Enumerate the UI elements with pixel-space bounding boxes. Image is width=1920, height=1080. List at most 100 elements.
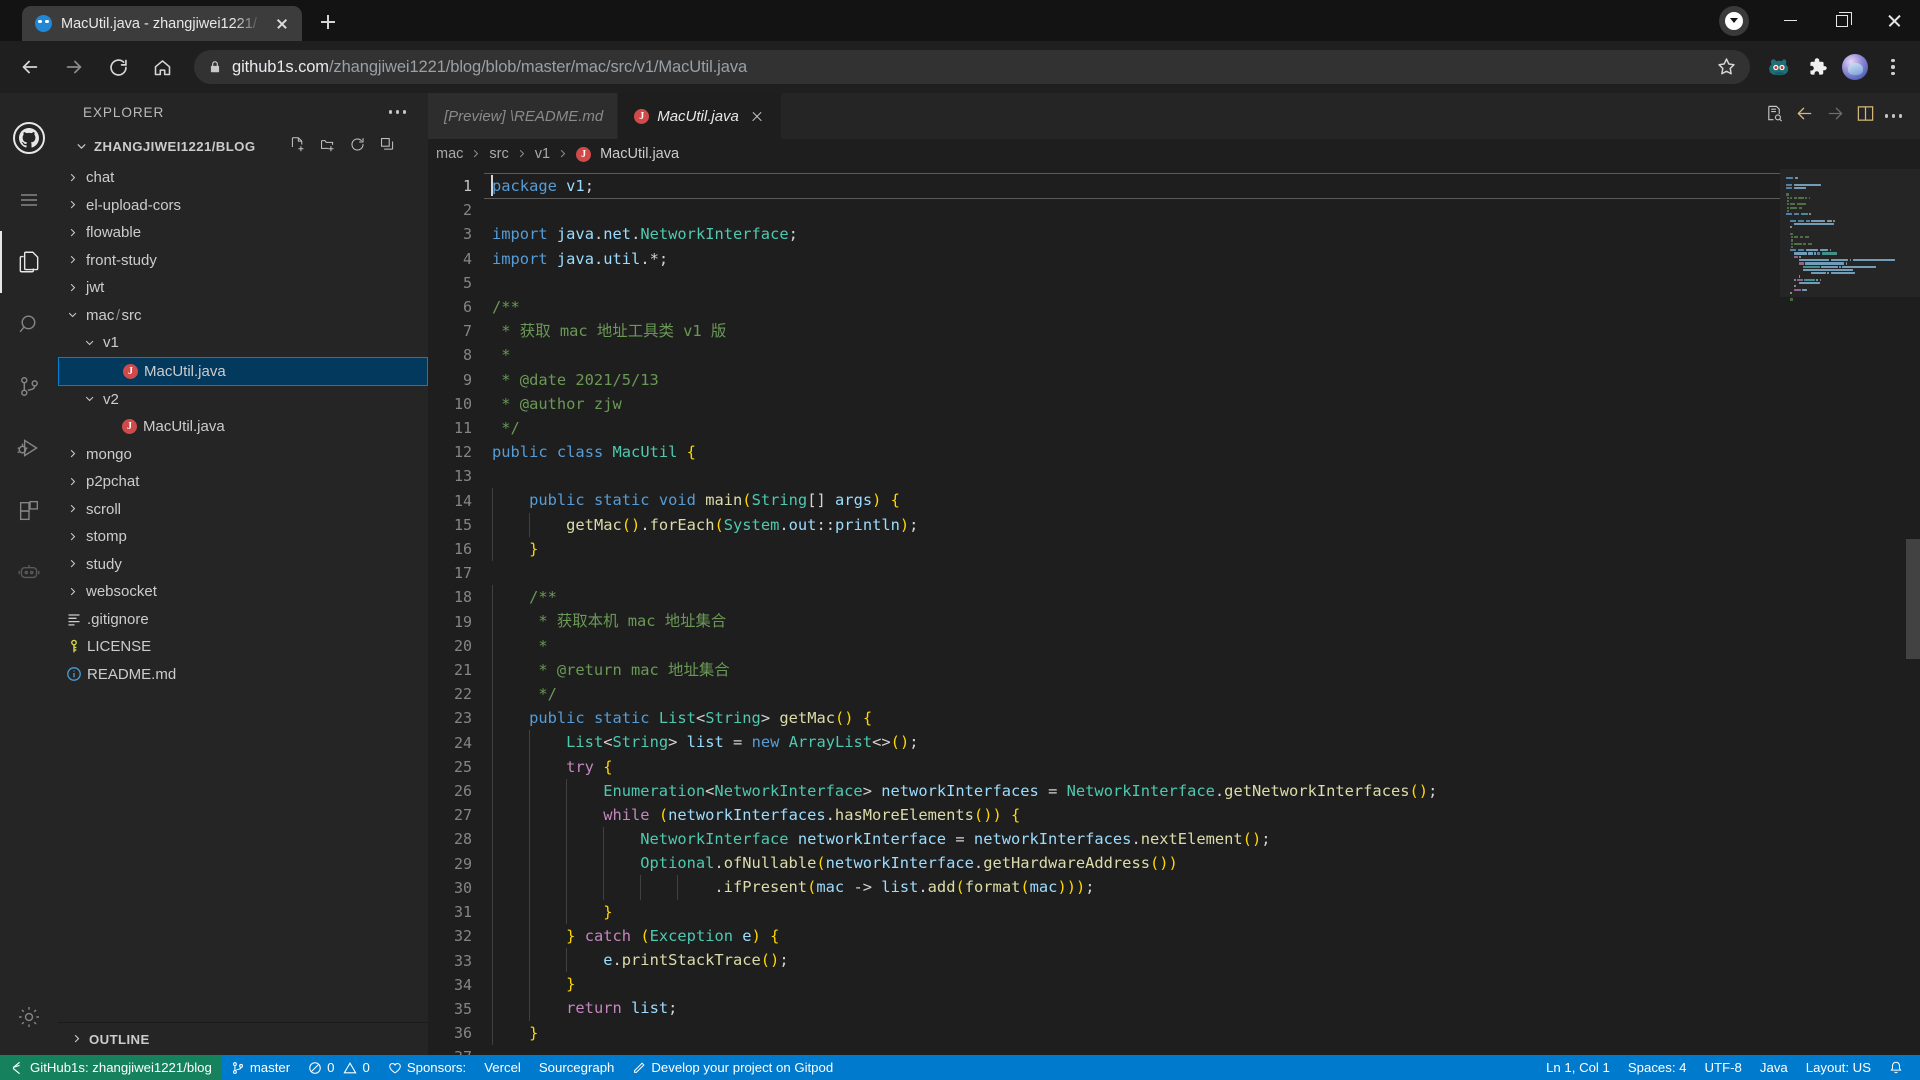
split-editor-icon[interactable] xyxy=(1856,104,1875,128)
chevron-down-icon[interactable] xyxy=(81,390,99,408)
code-line[interactable]: public class MacUtil { xyxy=(492,440,1780,464)
forward-icon[interactable] xyxy=(54,47,94,87)
tree-file-row[interactable]: .gitignore xyxy=(58,606,428,634)
code-line[interactable]: */ xyxy=(492,416,1780,440)
code-line[interactable]: try { xyxy=(492,754,1780,779)
minimap[interactable] xyxy=(1780,169,1920,1055)
code-line[interactable]: */ xyxy=(492,681,1780,707)
extension-diver-icon[interactable] xyxy=(1762,50,1796,84)
tree-folder-row[interactable]: v2 xyxy=(58,386,428,414)
tree-folder-row[interactable]: scroll xyxy=(58,496,428,524)
code-line[interactable]: public static List<String> getMac() { xyxy=(492,706,1780,731)
tree-folder-row[interactable]: v1 xyxy=(58,329,428,357)
chevron-right-icon[interactable] xyxy=(64,583,82,601)
tree-file-row[interactable]: README.md xyxy=(58,661,428,689)
minimap-slider[interactable] xyxy=(1780,169,1920,297)
maximize-button[interactable] xyxy=(1816,0,1868,41)
source-control-icon[interactable] xyxy=(0,355,58,417)
status-language-mode[interactable]: Java xyxy=(1751,1055,1797,1080)
chevron-right-icon[interactable] xyxy=(64,445,82,463)
back-icon[interactable] xyxy=(10,47,50,87)
profile-download-badge[interactable] xyxy=(1712,5,1756,37)
breadcrumb-item[interactable]: mac xyxy=(436,146,463,162)
repo-section-header[interactable]: ZHANGJIWEI1221/BLOG xyxy=(58,131,428,161)
close-icon[interactable] xyxy=(747,106,767,126)
status-remote-indicator[interactable]: GitHub1s: zhangjiwei1221/blog xyxy=(0,1055,222,1080)
editor-tab-readme[interactable]: [Preview] \README.md xyxy=(428,93,619,139)
notifications-bell-icon[interactable] xyxy=(1880,1055,1912,1080)
status-cursor-position[interactable]: Ln 1, Col 1 xyxy=(1537,1055,1619,1080)
chevron-right-icon[interactable] xyxy=(64,224,82,242)
tree-folder-row[interactable]: front-study xyxy=(58,247,428,275)
chevron-right-icon[interactable] xyxy=(64,196,82,214)
tree-folder-row[interactable]: chat xyxy=(58,164,428,192)
chevron-right-icon[interactable] xyxy=(64,169,82,187)
copilot-robot-icon[interactable] xyxy=(0,541,58,603)
code-line[interactable]: * @return mac 地址集合 xyxy=(492,657,1780,682)
tree-folder-row[interactable]: websocket xyxy=(58,578,428,606)
chevron-down-icon[interactable] xyxy=(64,306,82,324)
sidebar-more-actions-icon[interactable] xyxy=(388,110,406,114)
tree-file-row[interactable]: LICENSE xyxy=(58,633,428,661)
close-icon[interactable] xyxy=(271,13,293,35)
tree-folder-row[interactable]: p2pchat xyxy=(58,468,428,496)
code-line[interactable] xyxy=(492,561,1780,585)
close-window-button[interactable] xyxy=(1868,0,1920,41)
code-line[interactable]: import java.net.NetworkInterface; xyxy=(492,222,1780,246)
scrollbar-thumb[interactable] xyxy=(1906,539,1920,659)
status-gitpod[interactable]: Develop your project on Gitpod xyxy=(623,1055,842,1080)
more-actions-icon[interactable] xyxy=(1884,114,1902,118)
new-tab-button[interactable] xyxy=(310,4,346,40)
chevron-right-icon[interactable] xyxy=(64,528,82,546)
tree-folder-row[interactable]: mac / src xyxy=(58,302,428,330)
breadcrumb-item[interactable]: v1 xyxy=(535,146,550,162)
breadcrumb-item[interactable]: MacUtil.java xyxy=(600,146,679,162)
editor-tab-macutil[interactable]: J MacUtil.java xyxy=(618,93,782,139)
explorer-files-icon[interactable] xyxy=(0,231,58,293)
status-problems[interactable]: 0 0 xyxy=(299,1055,379,1080)
extensions-icon[interactable] xyxy=(0,479,58,541)
settings-gear-icon[interactable] xyxy=(0,993,58,1055)
puzzle-extensions-icon[interactable] xyxy=(1800,50,1834,84)
code-line[interactable] xyxy=(492,464,1780,488)
collapse-all-icon[interactable] xyxy=(379,136,396,156)
chevron-right-icon[interactable] xyxy=(64,555,82,573)
go-back-icon[interactable] xyxy=(1794,103,1815,129)
chevron-down-icon[interactable] xyxy=(81,334,99,352)
run-debug-icon[interactable] xyxy=(0,417,58,479)
search-icon[interactable] xyxy=(0,293,58,355)
status-indentation[interactable]: Spaces: 4 xyxy=(1619,1055,1696,1080)
code-line[interactable]: NetworkInterface networkInterface = netw… xyxy=(492,827,1780,852)
go-forward-icon[interactable] xyxy=(1825,103,1846,129)
open-changes-icon[interactable] xyxy=(1765,104,1784,128)
outline-section[interactable]: OUTLINE xyxy=(58,1022,428,1055)
code-line[interactable]: * xyxy=(492,633,1780,658)
home-icon[interactable] xyxy=(142,47,182,87)
browser-menu-icon[interactable] xyxy=(1876,50,1910,84)
status-sponsors[interactable]: Sponsors: xyxy=(379,1055,475,1080)
code-line[interactable]: return list; xyxy=(492,996,1780,1021)
code-line[interactable]: * xyxy=(492,343,1780,367)
activitybar-item-github[interactable] xyxy=(0,107,58,169)
tree-folder-row[interactable]: mongo xyxy=(58,441,428,469)
code-line[interactable]: getMac().forEach(System.out::println); xyxy=(492,512,1780,537)
browser-tab[interactable]: MacUtil.java - zhangjiwei1221/ xyxy=(22,6,302,41)
status-encoding[interactable]: UTF-8 xyxy=(1696,1055,1751,1080)
status-keyboard-layout[interactable]: Layout: US xyxy=(1797,1055,1880,1080)
code-line[interactable]: package v1; xyxy=(484,172,1780,200)
code-line[interactable]: } catch (Exception e) { xyxy=(492,923,1780,948)
status-branch[interactable]: master xyxy=(222,1055,299,1080)
new-file-icon[interactable] xyxy=(289,136,306,156)
editor-scrollbar[interactable] xyxy=(1906,169,1920,1055)
address-bar[interactable]: github1s.com/zhangjiwei1221/blog/blob/ma… xyxy=(194,50,1750,84)
code-line[interactable]: e.printStackTrace(); xyxy=(492,948,1780,973)
tree-folder-row[interactable]: stomp xyxy=(58,523,428,551)
new-folder-icon[interactable] xyxy=(319,136,336,156)
star-icon[interactable] xyxy=(1716,56,1738,78)
reload-icon[interactable] xyxy=(98,47,138,87)
code-line[interactable]: } xyxy=(492,899,1780,924)
tree-folder-row[interactable]: flowable xyxy=(58,219,428,247)
code-line[interactable] xyxy=(492,198,1780,222)
code-line[interactable]: } xyxy=(492,536,1780,561)
code-content[interactable]: package v1; import java.net.NetworkInter… xyxy=(484,169,1780,1055)
